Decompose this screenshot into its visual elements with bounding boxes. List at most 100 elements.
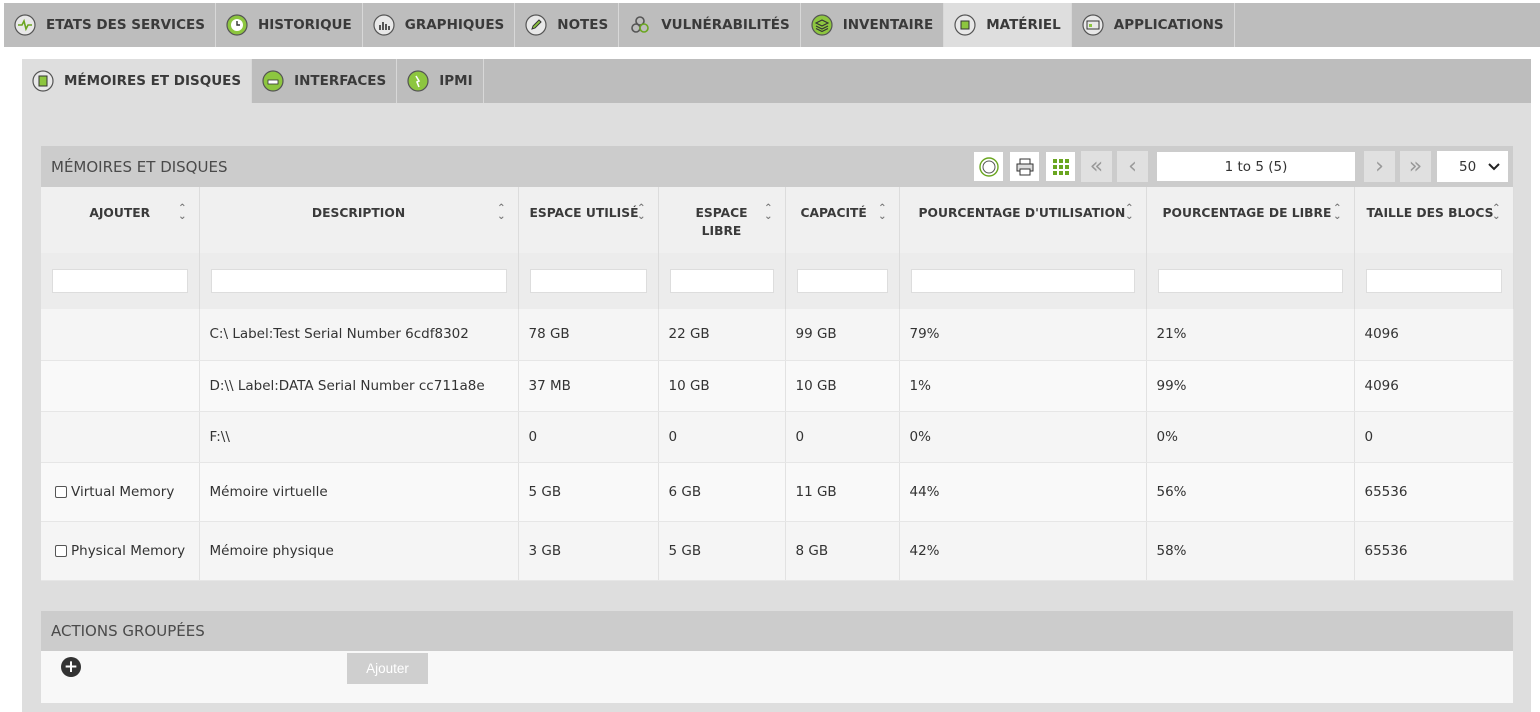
tab-label: HISTORIQUE bbox=[257, 17, 352, 33]
cell-block: 4096 bbox=[1354, 360, 1514, 412]
column-header-taille-des-blocs[interactable]: TAILLE DES BLOCS ⌃ ⌄ bbox=[1354, 187, 1514, 253]
cell-pct-free: 58% bbox=[1146, 521, 1355, 581]
table-row: Physical Memory Mémoire physique 3 GB 5 … bbox=[41, 521, 1514, 581]
cell-ajouter bbox=[41, 411, 200, 463]
memories-disks-panel: MÉMOIRES ET DISQUES « ‹ 1 to 5 (5) › » 5… bbox=[41, 146, 1514, 581]
tab-label: MATÉRIEL bbox=[986, 17, 1061, 33]
cell-pct-used: 42% bbox=[899, 521, 1147, 581]
pagination-info: 1 to 5 (5) bbox=[1156, 151, 1356, 182]
page-size-select[interactable]: 50 bbox=[1436, 150, 1509, 183]
last-page-button[interactable]: » bbox=[1400, 151, 1431, 182]
filter-pourcentage-libre-input[interactable] bbox=[1157, 269, 1343, 293]
cell-used: 5 GB bbox=[518, 462, 659, 522]
cell-pct-used: 79% bbox=[899, 309, 1147, 361]
sort-icon: ⌃ ⌄ bbox=[764, 203, 773, 222]
column-header-espace-libre[interactable]: ESPACE LIBRE ⌃ ⌄ bbox=[658, 187, 786, 253]
filter-taille-blocs-input[interactable] bbox=[1365, 269, 1502, 293]
group-actions-body: + Ajouter bbox=[41, 651, 1513, 703]
cell-block: 4096 bbox=[1354, 309, 1514, 361]
plus-icon[interactable]: + bbox=[61, 657, 81, 677]
first-page-button[interactable]: « bbox=[1081, 151, 1112, 182]
cell-ajouter bbox=[41, 309, 200, 361]
content-area: MÉMOIRES ET DISQUES INTERFACES IPMI MÉMO… bbox=[22, 59, 1531, 712]
sort-icon: ⌃ ⌄ bbox=[1333, 203, 1342, 222]
table-row: C:\ Label:Test Serial Number 6cdf8302 78… bbox=[41, 309, 1514, 361]
next-page-button[interactable]: › bbox=[1364, 151, 1395, 182]
tab-vulnerabilites[interactable]: VULNÉRABILITÉS bbox=[619, 3, 801, 47]
chevron-left-icon: ‹ bbox=[1128, 154, 1137, 179]
sub-tab-bar: MÉMOIRES ET DISQUES INTERFACES IPMI bbox=[22, 59, 1531, 103]
columns-button[interactable] bbox=[1045, 151, 1076, 182]
filter-ajouter-input[interactable] bbox=[52, 269, 188, 293]
cell-capacity: 8 GB bbox=[785, 521, 900, 581]
column-header-espace-utilise[interactable]: ESPACE UTILISÉ ⌃ ⌄ bbox=[518, 187, 659, 253]
tab-applications[interactable]: APPLICATIONS bbox=[1072, 3, 1235, 47]
column-header-pourcentage-utilisation[interactable]: POURCENTAGE D'UTILISATION ⌃ ⌄ bbox=[899, 187, 1147, 253]
cell-description: Mémoire physique bbox=[199, 521, 519, 581]
ipmi-icon bbox=[407, 70, 429, 92]
filter-pourcentage-utilisation-input[interactable] bbox=[910, 269, 1135, 293]
print-button[interactable] bbox=[1009, 151, 1040, 182]
cell-capacity: 11 GB bbox=[785, 462, 900, 522]
cell-pct-free: 0% bbox=[1146, 411, 1355, 463]
grid-columns-icon bbox=[1052, 158, 1069, 175]
column-header-description[interactable]: DESCRIPTION ⌃ ⌄ bbox=[199, 187, 519, 253]
subtab-label: IPMI bbox=[439, 73, 473, 89]
filter-row bbox=[41, 253, 1514, 309]
chevron-down-icon bbox=[1488, 162, 1500, 170]
cell-capacity: 10 GB bbox=[785, 360, 900, 412]
column-header-capacite[interactable]: CAPACITÉ ⌃ ⌄ bbox=[785, 187, 900, 253]
sort-icon: ⌃ ⌄ bbox=[178, 203, 187, 222]
subtab-ipmi[interactable]: IPMI bbox=[397, 59, 484, 103]
subtab-interfaces[interactable]: INTERFACES bbox=[252, 59, 398, 103]
cell-used: 0 bbox=[518, 411, 659, 463]
cell-free: 0 bbox=[658, 411, 786, 463]
tab-notes[interactable]: NOTES bbox=[515, 3, 620, 47]
tab-label: APPLICATIONS bbox=[1113, 17, 1224, 33]
table-header-row: AJOUTER ⌃ ⌄ DESCRIPTION ⌃ ⌄ ESPACE UTILISÉ ⌃ ⌄… bbox=[41, 187, 1514, 253]
cell-free: 10 GB bbox=[658, 360, 786, 412]
tab-label: NOTES bbox=[557, 17, 609, 33]
sort-icon: ⌃ ⌄ bbox=[637, 203, 646, 222]
layers-icon bbox=[811, 14, 833, 36]
column-header-pourcentage-libre[interactable]: POURCENTAGE DE LIBRE ⌃ ⌄ bbox=[1146, 187, 1355, 253]
add-label: Physical Memory bbox=[71, 542, 186, 559]
chevron-right-icon: › bbox=[1375, 154, 1384, 179]
tab-inventaire[interactable]: INVENTAIRE bbox=[801, 3, 945, 47]
disk-icon bbox=[32, 70, 54, 92]
cell-free: 5 GB bbox=[658, 521, 786, 581]
sort-icon: ⌃ ⌄ bbox=[1492, 203, 1501, 222]
panel-title: MÉMOIRES ET DISQUES bbox=[51, 157, 228, 176]
tab-etats-des-services[interactable]: ETATS DES SERVICES bbox=[4, 3, 216, 47]
table-row: F:\\ 0 0 0 0% 0% 0 bbox=[41, 411, 1514, 463]
main-tab-bar: ETATS DES SERVICES HISTORIQUE GRAPHIQUES… bbox=[4, 3, 1540, 47]
cell-free: 22 GB bbox=[658, 309, 786, 361]
cell-pct-free: 21% bbox=[1146, 309, 1355, 361]
cell-pct-used: 0% bbox=[899, 411, 1147, 463]
subtab-label: INTERFACES bbox=[294, 73, 387, 89]
tab-historique[interactable]: HISTORIQUE bbox=[216, 3, 363, 47]
filter-espace-utilise-input[interactable] bbox=[529, 269, 647, 293]
cell-used: 37 MB bbox=[518, 360, 659, 412]
tab-label: VULNÉRABILITÉS bbox=[661, 17, 790, 33]
refresh-button[interactable] bbox=[973, 151, 1004, 182]
tab-graphiques[interactable]: GRAPHIQUES bbox=[363, 3, 516, 47]
add-checkbox[interactable] bbox=[55, 485, 67, 498]
bar-chart-icon bbox=[373, 14, 395, 36]
add-checkbox[interactable] bbox=[55, 544, 67, 557]
cell-capacity: 0 bbox=[785, 411, 900, 463]
sort-icon: ⌃ ⌄ bbox=[878, 203, 887, 222]
network-icon bbox=[262, 70, 284, 92]
subtab-memoires-et-disques[interactable]: MÉMOIRES ET DISQUES bbox=[22, 59, 253, 103]
cell-pct-free: 56% bbox=[1146, 462, 1355, 522]
prev-page-button[interactable]: ‹ bbox=[1117, 151, 1148, 182]
filter-espace-libre-input[interactable] bbox=[669, 269, 774, 293]
add-button[interactable]: Ajouter bbox=[347, 653, 428, 684]
filter-description-input[interactable] bbox=[210, 269, 507, 293]
group-actions-title: ACTIONS GROUPÉES bbox=[41, 611, 1513, 651]
filter-capacite-input[interactable] bbox=[796, 269, 888, 293]
tab-materiel[interactable]: MATÉRIEL bbox=[944, 3, 1072, 47]
cell-description: C:\ Label:Test Serial Number 6cdf8302 bbox=[199, 309, 519, 361]
table-row: Virtual Memory Mémoire virtuelle 5 GB 6 … bbox=[41, 462, 1514, 522]
column-header-ajouter[interactable]: AJOUTER ⌃ ⌄ bbox=[41, 187, 200, 253]
